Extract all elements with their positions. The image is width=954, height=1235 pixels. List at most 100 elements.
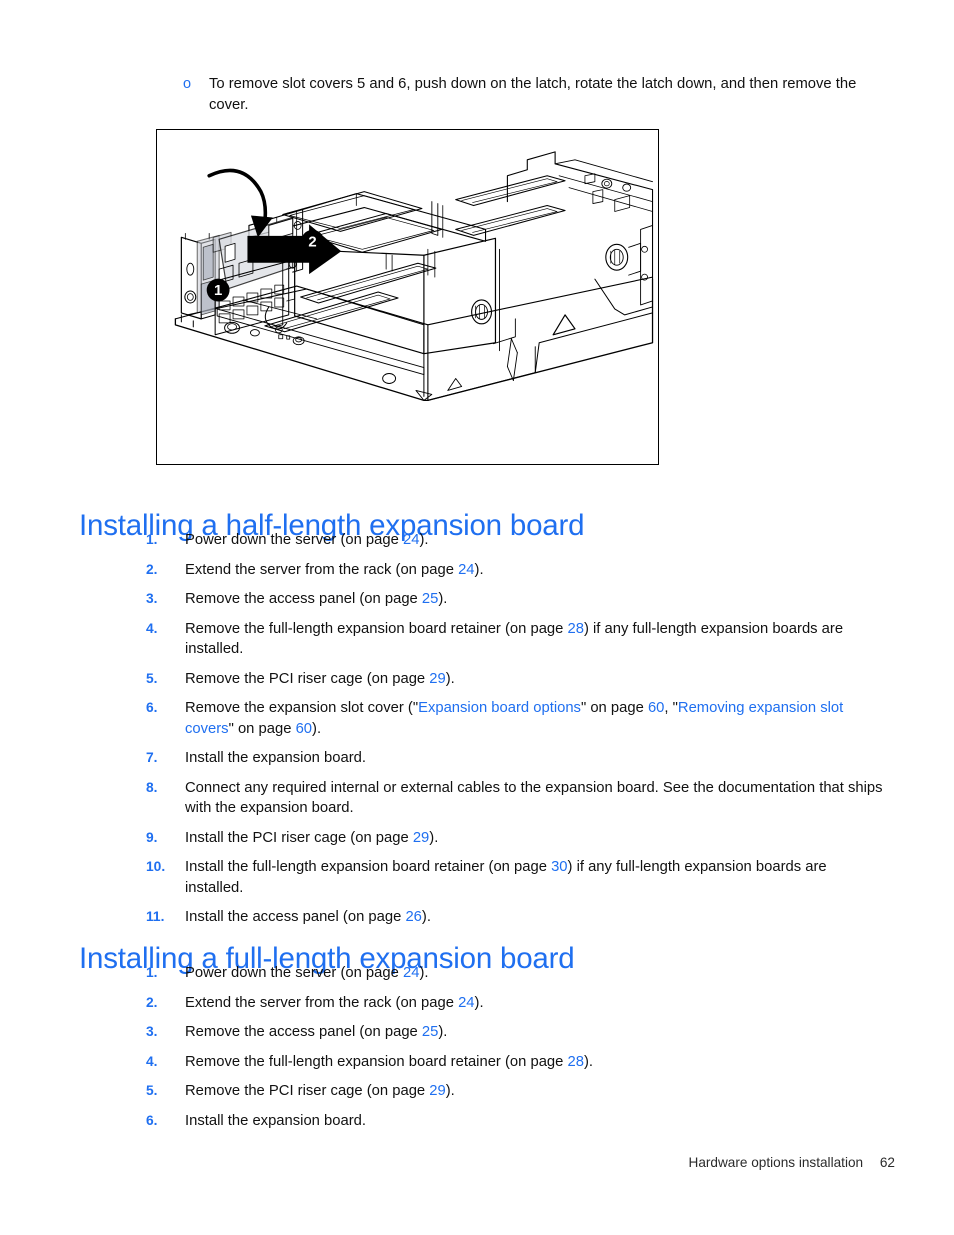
page-footer: Hardware options installation 62 <box>0 1155 895 1170</box>
text-run: ). <box>438 591 448 607</box>
list-item-number: 2. <box>146 994 158 1010</box>
list-item-text: Install the expansion board. <box>185 1111 886 1132</box>
sub-bullet-text: To remove slot covers 5 and 6, push down… <box>209 76 857 113</box>
page-cross-reference[interactable]: 25 <box>422 591 438 607</box>
text-run: ). <box>445 670 455 687</box>
page-cross-reference[interactable]: 28 <box>568 1054 584 1070</box>
list-item: 4. Remove the full-length expansion board… <box>146 1052 886 1073</box>
callout-2: 2 <box>301 229 324 253</box>
list-item-number: 4. <box>146 620 158 636</box>
text-run: ). <box>312 720 322 737</box>
text-run: Remove the PCI riser cage (on page <box>185 1083 430 1099</box>
list-item-number: 6. <box>146 1112 158 1128</box>
list-item-text: Connect any required internal or externa… <box>185 778 886 819</box>
text-run: Remove the full-length expansion board r… <box>185 1053 568 1070</box>
text-run: Install the PCI riser cage (on page <box>185 829 413 846</box>
cross-reference-link[interactable]: Expansion board options <box>418 700 581 716</box>
list-item-number: 1. <box>146 965 158 980</box>
text-run: " on page <box>580 700 648 716</box>
page-cross-reference[interactable]: 24 <box>458 995 474 1011</box>
list-item-number: 7. <box>146 750 158 765</box>
text-run: Install the full-length expansion board … <box>185 859 552 875</box>
rotate-arrow <box>207 168 273 238</box>
ordered-list-full-length: 1. Power down the server (on page 24). 2. E… <box>146 963 886 1131</box>
list-item: 3. Remove the access panel (on page 25). <box>146 589 886 610</box>
page-cross-reference[interactable]: 24 <box>403 532 419 548</box>
list-item-text: Power down the server (on page 24). <box>185 963 886 984</box>
page-cross-reference[interactable]: 60 <box>296 721 312 737</box>
list-item-text: Power down the server (on page 24). <box>185 530 886 551</box>
list-item: 2. Extend the server from the rack (on pa… <box>146 560 886 581</box>
list-item-number: 3. <box>146 1024 158 1039</box>
list-item-number: 3. <box>146 591 158 606</box>
list-item: 7. Install the expansion board. <box>146 748 886 769</box>
list-item-number: 10. <box>146 859 166 874</box>
text-run: Remove the access panel (on page <box>185 591 422 607</box>
page-cross-reference[interactable]: 60 <box>648 700 664 716</box>
list-item-text: Extend the server from the rack (on page… <box>185 560 886 581</box>
list-item-text: Remove the expansion slot cover ("Expans… <box>185 698 886 739</box>
text-run: ). <box>474 561 484 578</box>
text-run: Install the expansion board. <box>185 1112 366 1129</box>
list-item-text: Install the full-length expansion board … <box>185 857 886 898</box>
sub-bullet-item: o To remove slot covers 5 and 6, push do… <box>183 74 883 116</box>
figure-server-slot-cover-removal: 1 2 <box>156 129 659 465</box>
list-item: 10. Install the full-length expansion boa… <box>146 857 886 898</box>
page-cross-reference[interactable]: 24 <box>458 562 474 578</box>
text-run: ). <box>438 1024 448 1040</box>
text-run: ). <box>419 532 429 548</box>
list-item: 4. Remove the full-length expansion board… <box>146 619 886 660</box>
list-item-number: 1. <box>146 532 158 547</box>
page-cross-reference[interactable]: 25 <box>422 1024 438 1040</box>
text-run: ). <box>583 1053 594 1070</box>
page-cross-reference[interactable]: 29 <box>429 671 445 687</box>
list-item: 6. Remove the expansion slot cover ("Expa… <box>146 698 886 739</box>
text-run: ). <box>421 909 431 925</box>
list-item-number: 4. <box>146 1053 158 1069</box>
list-item-text: Remove the access panel (on page 25). <box>185 1022 886 1043</box>
page-cross-reference[interactable]: 30 <box>551 859 567 875</box>
text-run: Power down the server (on page <box>185 532 403 548</box>
page-cross-reference[interactable]: 29 <box>413 830 429 846</box>
list-item-number: 11. <box>146 909 165 924</box>
list-item: 1. Power down the server (on page 24). <box>146 963 886 984</box>
list-item-text: Remove the full-length expansion board r… <box>185 619 886 660</box>
list-item: 1. Power down the server (on page 24). <box>146 530 886 551</box>
page-cross-reference[interactable]: 24 <box>403 965 419 981</box>
text-run: Install the access panel (on page <box>185 909 406 925</box>
page-cross-reference[interactable]: 26 <box>405 909 421 925</box>
text-run: ). <box>419 965 429 981</box>
list-item-number: 9. <box>146 829 158 845</box>
list-item-number: 8. <box>146 779 158 795</box>
footer-chapter-title: Hardware options installation <box>688 1155 864 1170</box>
text-run: Extend the server from the rack (on page <box>185 994 459 1011</box>
svg-text:1: 1 <box>214 283 222 299</box>
list-item-text: Remove the full-length expansion board r… <box>185 1052 886 1073</box>
page-cross-reference[interactable]: 29 <box>429 1083 445 1099</box>
list-item-number: 2. <box>146 561 158 577</box>
list-item: 3. Remove the access panel (on page 25). <box>146 1022 886 1043</box>
list-item-number: 5. <box>146 670 158 686</box>
list-item-text: Remove the PCI riser cage (on page 29). <box>185 1081 886 1102</box>
list-item-text: Remove the access panel (on page 25). <box>185 589 886 610</box>
ordered-list-half-length: 1. Power down the server (on page 24). 2. E… <box>146 530 886 928</box>
text-run: Remove the access panel (on page <box>185 1024 422 1040</box>
list-item-text: Install the expansion board. <box>185 748 886 769</box>
text-run: " on page <box>228 720 296 737</box>
document-page: o To remove slot covers 5 and 6, push do… <box>0 0 954 1235</box>
callout-1: 1 <box>206 278 230 302</box>
list-item: 2. Extend the server from the rack (on pa… <box>146 993 886 1014</box>
footer-page-number: 62 <box>879 1155 895 1170</box>
list-item-text: Remove the PCI riser cage (on page 29). <box>185 669 886 690</box>
list-item: 5. Remove the PCI riser cage (on page 29)… <box>146 1081 886 1102</box>
list-item-number: 5. <box>146 1083 158 1098</box>
list-item: 11. Install the access panel (on page 26)… <box>146 907 886 928</box>
list-item: 5. Remove the PCI riser cage (on page 29)… <box>146 669 886 690</box>
list-item: 6. Install the expansion board. <box>146 1111 886 1132</box>
text-run: ). <box>429 829 439 846</box>
text-run: Extend the server from the rack (on page <box>185 561 459 578</box>
text-run: Remove the full-length expansion board r… <box>185 620 568 637</box>
text-run: Remove the expansion slot cover (" <box>185 700 419 716</box>
page-cross-reference[interactable]: 28 <box>568 621 584 637</box>
list-item: 8. Connect any required internal or exter… <box>146 778 886 819</box>
